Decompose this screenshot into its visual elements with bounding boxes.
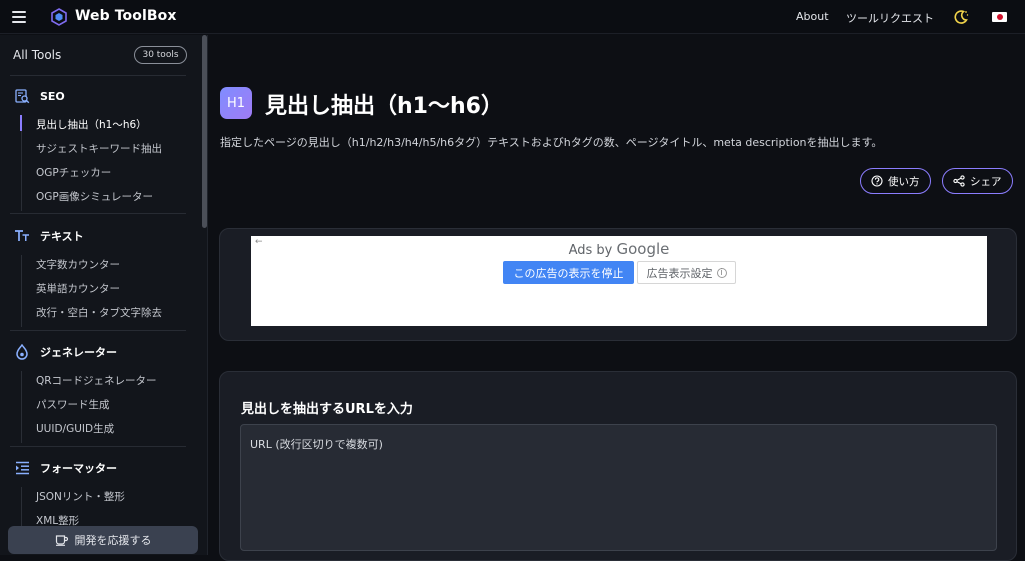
share-icon	[953, 175, 965, 187]
sidebar-item-char-counter[interactable]: 文字数カウンター	[36, 257, 120, 272]
page-title: 見出し抽出（h1〜h6）	[265, 94, 503, 119]
category-seo[interactable]: SEO	[14, 87, 65, 105]
ad-settings-label: 広告表示設定	[646, 266, 713, 280]
sidebar-scrollbar[interactable]	[202, 35, 207, 228]
sidebar-item-qr-generator[interactable]: QRコードジェネレーター	[36, 373, 157, 388]
formatter-icon	[14, 460, 30, 476]
help-circle-icon	[871, 175, 883, 187]
category-text[interactable]: テキスト	[14, 227, 84, 245]
nav-about-link[interactable]: About	[796, 10, 829, 23]
url-textarea[interactable]	[240, 424, 997, 551]
sidebar-item-ogp-simulator[interactable]: OGP画像シミュレーター	[36, 189, 153, 204]
all-tools-title: All Tools	[13, 48, 62, 62]
sidebar-item-suggest-keyword[interactable]: サジェストキーワード抽出	[36, 141, 162, 156]
main-content: H1 見出し抽出（h1〜h6） 指定したページの見出し（h1/h2/h3/h4/…	[208, 35, 1025, 561]
ad-card: ← Ads by Google この広告の表示を停止 広告表示設定 i	[219, 228, 1017, 341]
coffee-icon	[55, 535, 68, 546]
nav-tool-request-link[interactable]: ツールリクエスト	[846, 10, 934, 26]
top-bar: Web ToolBox About ツールリクエスト	[0, 0, 1025, 34]
seo-search-icon	[14, 88, 30, 104]
google-label: Google	[616, 240, 670, 258]
sidebar-item-ogp-checker[interactable]: OGPチェッカー	[36, 165, 111, 180]
sidebar-item-word-counter[interactable]: 英単語カウンター	[36, 281, 120, 296]
share-button[interactable]: シェア	[942, 168, 1013, 194]
ads-by-google: Ads by Google	[251, 240, 987, 258]
sidebar-item-whitespace-remover[interactable]: 改行・空白・タブ文字除去	[36, 305, 162, 320]
sidebar-item-json-lint[interactable]: JSONリント・整形	[36, 489, 125, 504]
sidebar: All Tools 30 tools SEO 見出し抽出（h1〜h6） サジェス…	[0, 35, 208, 555]
page-description: 指定したページの見出し（h1/h2/h3/h4/h5/h6タグ）テキストおよびh…	[220, 136, 883, 149]
sidebar-item-uuid-generator[interactable]: UUID/GUID生成	[36, 421, 114, 436]
share-label: シェア	[970, 175, 1002, 188]
category-generator[interactable]: ジェネレーター	[14, 343, 117, 361]
category-label: テキスト	[40, 230, 84, 243]
category-label: ジェネレーター	[40, 346, 117, 359]
active-indicator	[20, 115, 22, 131]
divider	[10, 446, 186, 447]
stop-ad-button[interactable]: この広告の表示を停止	[503, 261, 634, 284]
usage-label: 使い方	[888, 175, 920, 188]
support-label: 開発を応援する	[74, 534, 152, 547]
h1-tool-icon: H1	[220, 87, 252, 119]
moon-icon[interactable]	[953, 9, 969, 25]
divider	[10, 213, 186, 214]
support-button[interactable]: 開発を応援する	[8, 526, 198, 554]
category-label: フォーマッター	[40, 462, 117, 475]
tree-line	[21, 371, 22, 443]
hamburger-icon[interactable]	[12, 11, 26, 23]
usage-button[interactable]: 使い方	[860, 168, 931, 194]
ads-by-label: Ads by	[568, 243, 613, 258]
sidebar-item-password-generator[interactable]: パスワード生成	[36, 397, 110, 412]
sidebar-item-heading-extractor[interactable]: 見出し抽出（h1〜h6）	[36, 117, 147, 132]
category-formatter[interactable]: フォーマッター	[14, 459, 117, 477]
url-input-card: 見出しを抽出するURLを入力	[219, 371, 1017, 561]
ad-frame: ← Ads by Google この広告の表示を停止 広告表示設定 i	[251, 236, 987, 326]
url-input-heading: 見出しを抽出するURLを入力	[241, 402, 413, 417]
japan-flag-icon[interactable]	[992, 12, 1007, 22]
ad-settings-button[interactable]: 広告表示設定 i	[637, 261, 736, 284]
text-icon	[14, 228, 30, 244]
category-label: SEO	[40, 89, 65, 103]
info-icon: i	[716, 267, 727, 278]
divider	[10, 330, 186, 331]
generator-icon	[14, 344, 30, 360]
tree-line	[21, 255, 22, 327]
divider	[10, 75, 186, 76]
logo-icon[interactable]	[51, 8, 67, 26]
tool-count-badge: 30 tools	[134, 46, 187, 64]
brand-name[interactable]: Web ToolBox	[75, 8, 176, 24]
